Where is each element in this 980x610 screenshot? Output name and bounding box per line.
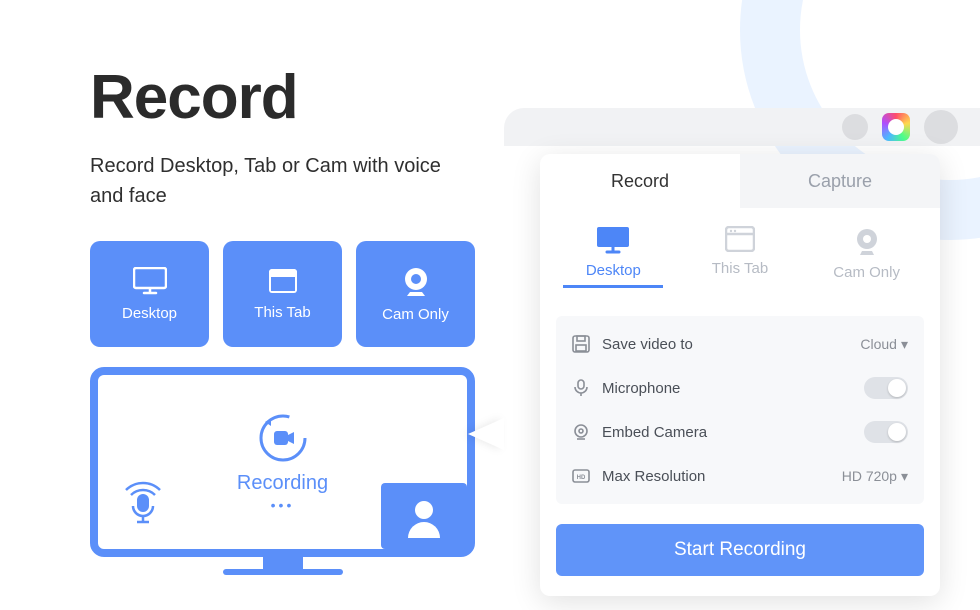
tab-icon bbox=[725, 226, 755, 252]
pip-thumbnail bbox=[381, 483, 467, 549]
mode-card-label: This Tab bbox=[254, 304, 310, 321]
tab-record[interactable]: Record bbox=[540, 154, 740, 208]
setting-label: Microphone bbox=[602, 380, 864, 397]
page-subtitle: Record Desktop, Tab or Cam with voice an… bbox=[90, 151, 475, 211]
source-label: Cam Only bbox=[833, 264, 900, 281]
page-title: Record bbox=[90, 62, 475, 133]
camera-toggle[interactable] bbox=[864, 421, 908, 443]
chevron-down-icon: ▾ bbox=[901, 468, 908, 485]
webcam-icon bbox=[852, 226, 882, 256]
setting-label: Max Resolution bbox=[602, 468, 842, 485]
start-recording-button[interactable]: Start Recording bbox=[556, 524, 924, 576]
source-label: This Tab bbox=[712, 260, 768, 277]
source-desktop[interactable]: Desktop bbox=[563, 226, 663, 288]
setting-save: Save video to Cloud▾ bbox=[572, 322, 908, 366]
hd-icon: HD bbox=[572, 467, 590, 485]
record-panel: Record Capture Desktop This Tab Cam Only… bbox=[540, 154, 940, 596]
app-extension-icon[interactable] bbox=[882, 113, 910, 141]
save-icon bbox=[572, 335, 590, 353]
desktop-icon bbox=[596, 226, 630, 254]
microphone-toggle[interactable] bbox=[864, 377, 908, 399]
mode-card-desktop[interactable]: Desktop bbox=[90, 241, 209, 347]
avatar-placeholder bbox=[924, 110, 958, 144]
record-spin-icon bbox=[257, 412, 309, 464]
desktop-icon bbox=[133, 267, 167, 295]
setting-label: Save video to bbox=[602, 336, 860, 353]
svg-text:HD: HD bbox=[577, 475, 586, 481]
settings-group: Save video to Cloud▾ Microphone Embed Ca… bbox=[556, 316, 924, 504]
mode-card-label: Desktop bbox=[122, 305, 177, 322]
source-cam[interactable]: Cam Only bbox=[817, 226, 917, 288]
chevron-down-icon: ▾ bbox=[901, 336, 908, 353]
resolution-select[interactable]: HD 720p▾ bbox=[842, 468, 908, 485]
mode-card-cam[interactable]: Cam Only bbox=[356, 241, 475, 347]
webcam-icon bbox=[401, 266, 431, 296]
recording-status: Recording bbox=[237, 472, 328, 495]
camera-icon bbox=[572, 423, 590, 441]
setting-label: Embed Camera bbox=[602, 424, 864, 441]
person-icon bbox=[402, 494, 446, 538]
callout-pointer bbox=[468, 418, 504, 450]
toolbar-placeholder-icon bbox=[842, 114, 868, 140]
recording-dots: ••• bbox=[271, 497, 295, 513]
mode-cards: Desktop This Tab Cam Only bbox=[90, 241, 475, 347]
setting-microphone: Microphone bbox=[572, 366, 908, 410]
mic-wave-icon bbox=[116, 476, 170, 535]
monitor-illustration: Recording ••• bbox=[90, 367, 475, 582]
setting-resolution: HD Max Resolution HD 720p▾ bbox=[572, 454, 908, 498]
mode-card-tab[interactable]: This Tab bbox=[223, 241, 342, 347]
tab-icon bbox=[268, 268, 298, 294]
save-destination-select[interactable]: Cloud▾ bbox=[860, 336, 908, 353]
source-label: Desktop bbox=[586, 262, 641, 279]
tab-capture[interactable]: Capture bbox=[740, 154, 940, 208]
mode-card-label: Cam Only bbox=[382, 306, 449, 323]
setting-camera: Embed Camera bbox=[572, 410, 908, 454]
source-tab[interactable]: This Tab bbox=[690, 226, 790, 288]
browser-toolbar bbox=[504, 108, 980, 146]
microphone-icon bbox=[572, 379, 590, 397]
